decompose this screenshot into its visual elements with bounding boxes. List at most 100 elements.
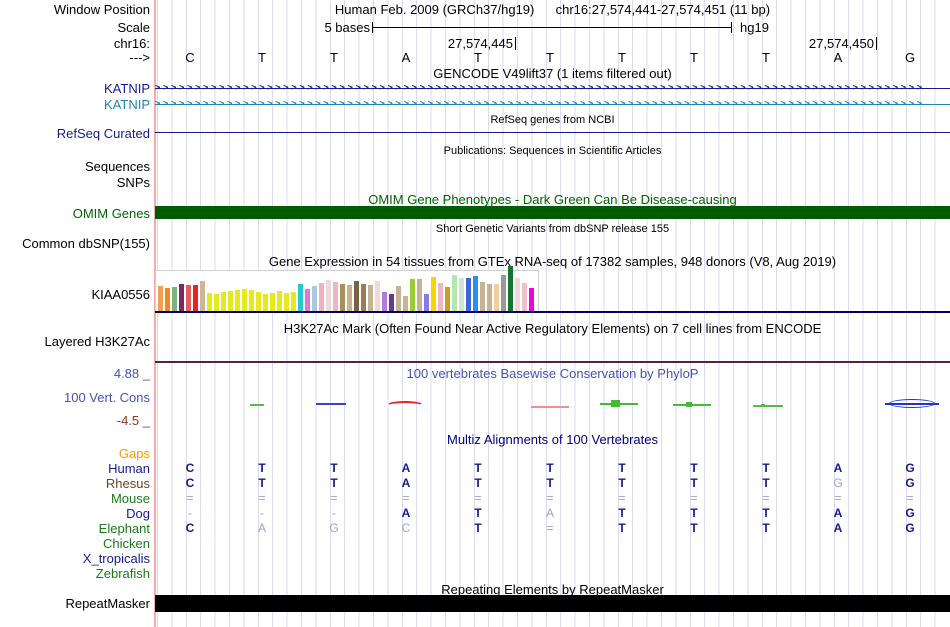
gtex-tissue-bar[interactable]	[333, 282, 338, 312]
gtex-tissue-bar[interactable]	[480, 282, 485, 312]
gtex-tissue-bar[interactable]	[158, 286, 163, 312]
gtex-tissue-bar[interactable]	[249, 290, 254, 312]
alignment-base: T	[618, 521, 626, 535]
gtex-tissue-bar[interactable]	[368, 285, 373, 312]
gtex-tissue-bar[interactable]	[179, 284, 184, 312]
conservation-lens-line[interactable]	[885, 403, 939, 405]
multiz-title: Multiz Alignments of 100 Vertebrates	[446, 432, 658, 447]
repeatmasker-label[interactable]: RepeatMasker	[0, 596, 150, 611]
gtex-tissue-bar[interactable]	[410, 279, 415, 312]
conservation-mark[interactable]	[753, 405, 783, 407]
gtex-tissue-bar[interactable]	[340, 284, 345, 312]
phylop-title: 100 vertebrates Basewise Conservation by…	[406, 366, 699, 381]
gtex-tissue-bar[interactable]	[375, 281, 380, 312]
gtex-gene-label[interactable]: KIAA0556	[0, 287, 150, 302]
gene-katnip-1[interactable]: >>>>>>>>>>>>>>>>>>>>>>>>>>>>>>>>>>>>>>>>…	[155, 81, 950, 95]
repeatmasker-element-bar[interactable]	[155, 595, 950, 612]
gtex-tissue-bar[interactable]	[459, 278, 464, 312]
gtex-tissue-bar[interactable]	[193, 285, 198, 312]
conservation-mark[interactable]	[673, 404, 711, 406]
gtex-tissue-bar[interactable]	[284, 293, 289, 312]
species-label-dog[interactable]: Dog	[0, 506, 150, 521]
gtex-tissue-bar[interactable]	[214, 294, 219, 312]
gtex-tissue-bar[interactable]	[522, 283, 527, 312]
gtex-tissue-bar[interactable]	[221, 292, 226, 312]
species-label-x_tropicalis[interactable]: X_tropicalis	[0, 551, 150, 566]
refseq-curated-label[interactable]: RefSeq Curated	[0, 126, 150, 141]
omim-gene-bar[interactable]	[155, 206, 950, 219]
conservation-peak[interactable]	[686, 402, 692, 407]
gtex-tissue-bar[interactable]	[298, 284, 303, 312]
alignment-base: =	[258, 491, 266, 505]
conservation-mark[interactable]	[531, 406, 569, 408]
gtex-tissue-bar[interactable]	[312, 286, 317, 312]
layered-h3k27ac-label[interactable]: Layered H3K27Ac	[0, 334, 150, 349]
gtex-tissue-bar[interactable]	[200, 281, 205, 312]
conservation-peak[interactable]	[761, 404, 765, 407]
gtex-tissue-bar[interactable]	[501, 275, 506, 312]
vert-cons-label[interactable]: 100 Vert. Cons	[0, 390, 150, 405]
conservation-mark[interactable]	[250, 404, 264, 406]
gtex-tissue-bar[interactable]	[270, 293, 275, 312]
conservation-mark[interactable]	[316, 403, 346, 405]
species-label-mouse[interactable]: Mouse	[0, 491, 150, 506]
gtex-tissue-bar[interactable]	[291, 292, 296, 312]
gtex-tissue-bar[interactable]	[319, 283, 324, 312]
gtex-tissue-bar[interactable]	[242, 289, 247, 312]
alignment-base: A	[257, 521, 266, 535]
gtex-tissue-bar[interactable]	[508, 266, 513, 312]
gene-label-katnip-1[interactable]: KATNIP	[0, 81, 150, 96]
gtex-tissue-bar[interactable]	[424, 294, 429, 312]
gtex-tissue-bar[interactable]	[438, 283, 443, 312]
gtex-tissue-bar[interactable]	[431, 277, 436, 312]
gene-label-katnip-2[interactable]: KATNIP	[0, 97, 150, 112]
alignment-base: T	[690, 521, 698, 535]
gtex-tissue-bar[interactable]	[515, 278, 520, 312]
omim-genes-label[interactable]: OMIM Genes	[0, 206, 150, 221]
refseq-gene-line[interactable]	[155, 132, 950, 133]
common-dbsnp-label[interactable]: Common dbSNP(155)	[0, 236, 150, 251]
gtex-tissue-bar[interactable]	[445, 287, 450, 312]
gtex-tissue-bar[interactable]	[207, 293, 212, 312]
gtex-tissue-bar[interactable]	[466, 278, 471, 312]
gtex-tissue-bar[interactable]	[263, 294, 268, 312]
gtex-tissue-bar[interactable]	[487, 284, 492, 312]
species-label-elephant[interactable]: Elephant	[0, 521, 150, 536]
gtex-tissue-bar[interactable]	[347, 285, 352, 312]
gtex-tissue-bar[interactable]	[277, 291, 282, 312]
gtex-tissue-bar[interactable]	[305, 289, 310, 312]
gtex-tissue-bar[interactable]	[165, 288, 170, 312]
gtex-tissue-bar[interactable]	[186, 285, 191, 312]
h3k27ac-signal-line[interactable]	[155, 361, 950, 363]
strand-label[interactable]: --->	[0, 50, 150, 65]
gtex-tissue-bar[interactable]	[382, 292, 387, 312]
species-label-zebrafish[interactable]: Zebrafish	[0, 566, 150, 581]
species-label-chicken[interactable]: Chicken	[0, 536, 150, 551]
gtex-tissue-bar[interactable]	[172, 287, 177, 312]
gtex-tissue-bar[interactable]	[452, 275, 457, 312]
gtex-tissue-bar[interactable]	[256, 292, 261, 312]
gtex-tissue-bar[interactable]	[228, 291, 233, 312]
gene-katnip-2[interactable]: >>>>>>>>>>>>>>>>>>>>>>>>>>>>>>>>>>>>>>>>…	[155, 97, 950, 111]
conservation-dip-arc[interactable]	[386, 401, 424, 410]
window-position-label: Window Position	[53, 2, 150, 17]
gtex-tissue-bar[interactable]	[473, 276, 478, 312]
gtex-tissue-bar[interactable]	[361, 284, 366, 312]
gtex-tissue-bar[interactable]	[403, 296, 408, 312]
gtex-tissue-bar[interactable]	[396, 286, 401, 312]
species-label-gaps[interactable]: Gaps	[0, 446, 150, 461]
snps-label[interactable]: SNPs	[0, 175, 150, 190]
gtex-tissue-bar[interactable]	[494, 284, 499, 312]
species-label-rhesus[interactable]: Rhesus	[0, 476, 150, 491]
species-label-human[interactable]: Human	[0, 461, 150, 476]
gtex-tissue-bar[interactable]	[529, 288, 534, 312]
gtex-tissue-bar[interactable]	[354, 281, 359, 312]
gtex-tissue-bar[interactable]	[389, 294, 394, 312]
conservation-peak[interactable]	[611, 400, 620, 407]
gtex-tissue-bar[interactable]	[417, 279, 422, 312]
gtex-tissue-bar[interactable]	[326, 280, 331, 312]
gtex-expression-chart[interactable]	[155, 266, 539, 313]
alignment-base: =	[402, 491, 410, 505]
sequences-label[interactable]: Sequences	[0, 159, 150, 174]
gtex-tissue-bar[interactable]	[235, 290, 240, 312]
